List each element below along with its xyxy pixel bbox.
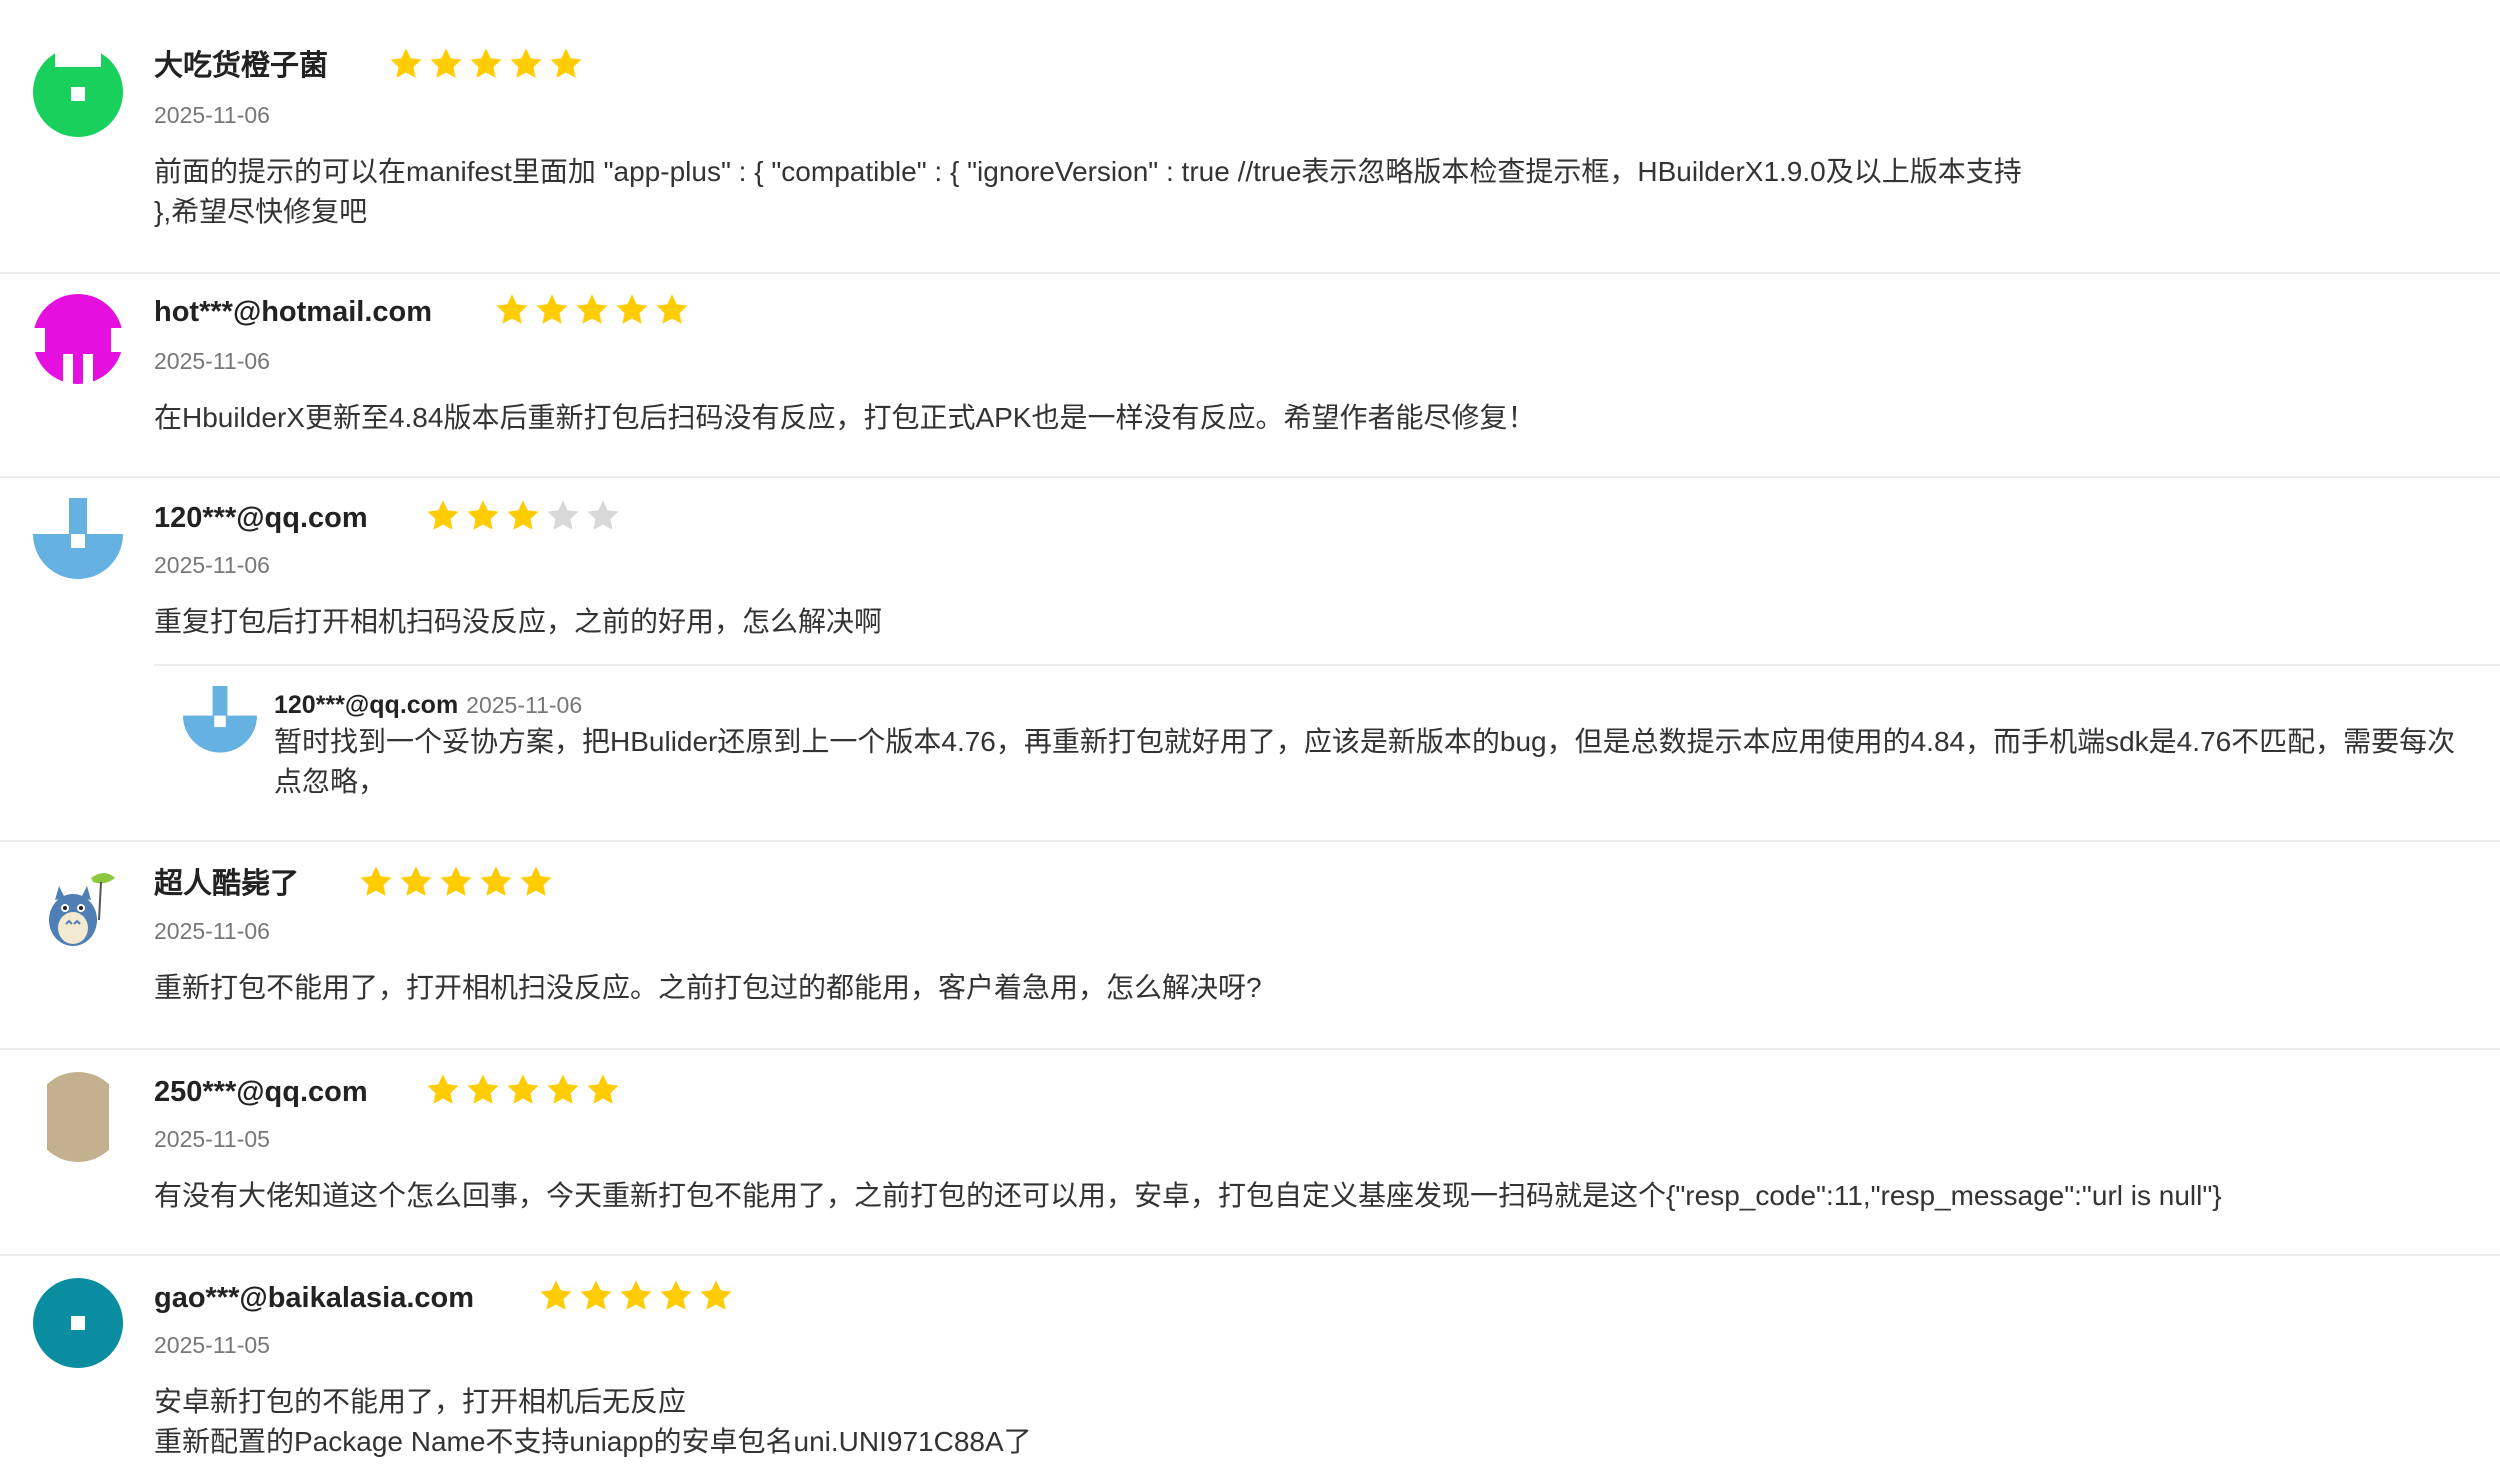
review-date: 2025-11-05 [154,1332,270,1358]
avatar[interactable] [33,498,123,588]
star-filled-icon [427,1074,459,1104]
avatar[interactable] [33,864,123,954]
review-item: 250***@qq.com 2025-11-05 有没有大佬知道这个怎么回事，今… [0,1050,2500,1256]
review-date: 2025-11-06 [154,918,270,944]
star-rating [388,46,584,82]
star-filled-icon [656,294,688,324]
review-text: 有没有大佬知道这个怎么回事，今天重新打包不能用了，之前打包的还可以用，安卓，打包… [154,1180,2222,1211]
star-rating [425,498,621,534]
reply-author-name[interactable]: 120***@qq.com [274,691,458,719]
star-filled-icon [700,1280,732,1310]
reviewer-name[interactable]: 120***@qq.com [154,500,368,536]
star-filled-icon [507,500,539,530]
star-filled-icon [480,866,512,896]
star-filled-icon [510,48,542,78]
star-filled-icon [470,48,502,78]
star-filled-icon [620,1280,652,1310]
identicon-avatar-icon [33,47,123,137]
star-filled-icon [540,1280,572,1310]
star-rating [425,1072,621,1108]
identicon-avatar-icon [33,1072,123,1162]
star-filled-icon [400,866,432,896]
star-filled-icon [507,1074,539,1104]
star-filled-icon [660,1280,692,1310]
reply-date: 2025-11-06 [466,692,583,718]
review-text: 重复打包后打开相机扫码没反应，之前的好用，怎么解决啊 [154,606,883,637]
star-empty-icon [587,500,619,530]
star-filled-icon [440,866,472,896]
star-filled-icon [467,500,499,530]
star-filled-icon [467,1074,499,1104]
reply-divider [154,664,2500,666]
review-text: 重新打包不能用了，打开相机扫没反应。之前打包过的都能用，客户着急用，怎么解决呀? [154,972,1262,1003]
star-rating [494,292,690,328]
star-filled-icon [520,866,552,896]
avatar[interactable] [33,1072,123,1162]
star-filled-icon [360,866,392,896]
reply-author[interactable]: 120***@qq.com 2025-11-06 [274,690,582,720]
reviewer-name[interactable]: hot***@hotmail.com [154,294,432,330]
star-filled-icon [547,1074,579,1104]
identicon-avatar-icon [183,686,257,753]
star-filled-icon [580,1280,612,1310]
star-filled-icon [576,294,608,324]
totoro-avatar-icon [33,864,123,954]
review-date: 2025-11-06 [154,348,270,374]
review-item: 超人酷毙了 2025-11-06 重新打包不能用了，打开相机扫没反应。之前打包过… [0,842,2500,1050]
review-item: 120***@qq.com 2025-11-06 重复打包后打开相机扫码没反应，… [0,478,2500,842]
star-filled-icon [427,500,459,530]
review-date: 2025-11-05 [154,1126,270,1152]
reviewer-name[interactable]: 250***@qq.com [154,1074,368,1110]
star-filled-icon [430,48,462,78]
reviews-page: 大吃货橙子菌 2025-11-06 前面的提示的可以在manifest里面加 "… [0,0,2500,1480]
reviewer-name[interactable]: 大吃货橙子菌 [154,48,328,84]
review-date: 2025-11-06 [154,102,270,128]
avatar[interactable] [33,294,123,384]
identicon-avatar-icon [33,294,123,384]
reply-text: 暂时找到一个妥协方案，把HBulider还原到上一个版本4.76，再重新打包就好… [274,726,2456,797]
star-empty-icon [547,500,579,530]
review-date: 2025-11-06 [154,552,270,578]
review-item: 大吃货橙子菌 2025-11-06 前面的提示的可以在manifest里面加 "… [0,0,2500,274]
reviewer-name[interactable]: gao***@baikalasia.com [154,1280,474,1316]
review-item: hot***@hotmail.com 2025-11-06 在HbuilderX… [0,274,2500,478]
reply-avatar[interactable] [183,686,257,760]
identicon-avatar-icon [33,498,123,579]
avatar[interactable] [33,1278,123,1368]
identicon-avatar-icon [33,1278,123,1368]
star-filled-icon [550,48,582,78]
star-rating [538,1278,734,1314]
star-filled-icon [496,294,528,324]
star-filled-icon [536,294,568,324]
review-text: 安卓新打包的不能用了，打开相机后无反应 重新配置的Package Name不支持… [154,1386,1032,1457]
star-filled-icon [390,48,422,78]
review-text: 在HbuilderX更新至4.84版本后重新打包后扫码没有反应，打包正式APK也… [154,402,1536,433]
star-rating [358,864,554,900]
review-text: 前面的提示的可以在manifest里面加 "app-plus" : { "com… [154,156,2022,227]
star-filled-icon [616,294,648,324]
star-filled-icon [587,1074,619,1104]
review-item: gao***@baikalasia.com 2025-11-05 安卓新打包的不… [0,1256,2500,1480]
reviewer-name[interactable]: 超人酷毙了 [154,866,299,902]
avatar[interactable] [33,47,123,137]
